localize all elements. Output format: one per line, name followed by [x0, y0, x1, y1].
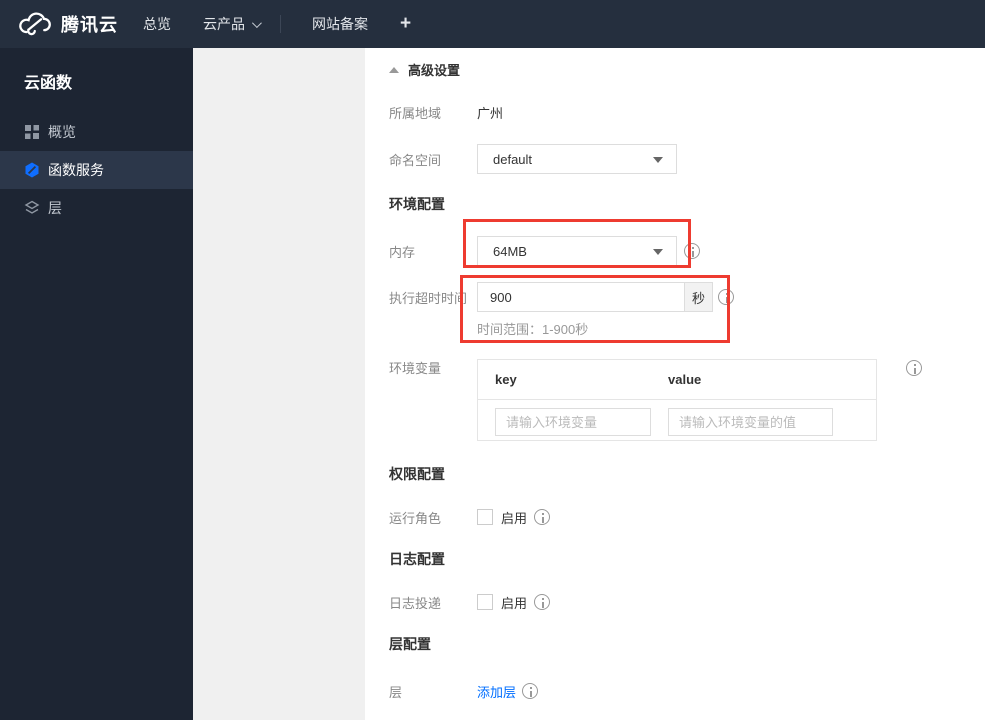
collapse-arrow-icon — [389, 66, 399, 73]
nav-item-cloud-products[interactable]: 云产品 — [192, 0, 270, 48]
run-role-info-icon[interactable] — [534, 509, 551, 525]
timeout-info-icon[interactable] — [718, 289, 734, 305]
chevron-down-icon — [251, 17, 262, 28]
env-value-input[interactable] — [668, 408, 833, 436]
memory-select[interactable]: 64MB — [477, 236, 677, 266]
memory-info-icon[interactable] — [684, 243, 700, 259]
env-vars-label-row: 环境变量 — [389, 359, 477, 376]
log-delivery-row: 日志投递 启用 — [389, 593, 551, 611]
memory-label: 内存 — [389, 244, 416, 260]
run-role-row: 运行角色 启用 — [389, 508, 551, 526]
log-delivery-label: 日志投递 — [389, 595, 442, 611]
content-background — [193, 48, 365, 720]
run-role-label: 运行角色 — [389, 510, 442, 526]
log-delivery-info-icon[interactable] — [534, 594, 551, 610]
cloud-logo-icon — [19, 12, 51, 35]
top-navbar: 腾讯云 总览 云产品 网站备案 + — [0, 0, 985, 48]
timeout-input[interactable] — [477, 282, 685, 312]
env-vars-input-row — [478, 400, 876, 436]
nav-item-website-record[interactable]: 网站备案 — [301, 0, 379, 48]
env-vars-header: key value — [478, 360, 876, 400]
timeout-hint: 时间范围：1-900秒 — [477, 322, 589, 337]
section-env-config: 环境配置 — [389, 196, 445, 212]
brand-name: 腾讯云 — [61, 15, 118, 35]
namespace-row: 命名空间 default — [389, 144, 677, 174]
sidebar-title: 云函数 — [24, 75, 73, 92]
chevron-down-icon — [653, 249, 663, 255]
section-layer-config: 层配置 — [389, 636, 431, 652]
timeout-row: 执行超时时间 秒 — [389, 282, 734, 312]
nav-divider — [280, 15, 281, 33]
advanced-settings-toggle[interactable]: 高级设置 — [389, 60, 460, 79]
nav-add-tab-button[interactable]: + — [389, 0, 422, 48]
region-value: 广州 — [477, 105, 504, 121]
section-log-config: 日志配置 — [389, 551, 445, 567]
run-role-enable-checkbox[interactable] — [477, 509, 493, 525]
env-key-input[interactable] — [495, 408, 651, 436]
namespace-label: 命名空间 — [389, 152, 442, 168]
namespace-select[interactable]: default — [477, 144, 677, 174]
tencent-cloud-logo[interactable]: 腾讯云 — [0, 11, 122, 37]
env-value-header: value — [668, 372, 702, 387]
section-permission-config: 权限配置 — [389, 466, 445, 482]
env-vars-label: 环境变量 — [389, 360, 442, 376]
timeout-unit-button[interactable]: 秒 — [685, 282, 713, 312]
settings-panel: 高级设置 所属地域 广州 命名空间 default 环境配置 内存 64MB 执… — [365, 48, 985, 720]
layer-row: 层 添加层 — [389, 682, 539, 701]
chevron-down-icon — [653, 157, 663, 163]
layer-label: 层 — [389, 684, 403, 700]
add-layer-link[interactable]: 添加层 — [477, 682, 516, 701]
region-label: 所属地域 — [389, 105, 442, 121]
function-hexagon-icon — [25, 162, 39, 178]
layer-info-icon[interactable] — [522, 683, 539, 699]
timeout-label: 执行超时时间 — [389, 290, 468, 306]
env-vars-info-icon[interactable] — [906, 360, 922, 376]
memory-row: 内存 64MB — [389, 236, 700, 266]
log-delivery-enable-label: 启用 — [501, 595, 528, 611]
layers-icon — [24, 200, 40, 214]
env-key-header: key — [495, 372, 517, 387]
sidebar-item-overview[interactable]: 概览 — [0, 113, 193, 151]
run-role-enable-label: 启用 — [501, 510, 528, 526]
sidebar-item-layers[interactable]: 层 — [0, 189, 193, 227]
nav-item-overview[interactable]: 总览 — [132, 0, 182, 48]
sidebar: 云函数 概览 函数服务 层 — [0, 48, 193, 720]
grid-icon — [25, 125, 39, 139]
region-row: 所属地域 广州 — [389, 102, 503, 122]
log-delivery-enable-checkbox[interactable] — [477, 594, 493, 610]
env-vars-table: key value — [477, 359, 877, 441]
sidebar-item-function-service[interactable]: 函数服务 — [0, 151, 193, 189]
